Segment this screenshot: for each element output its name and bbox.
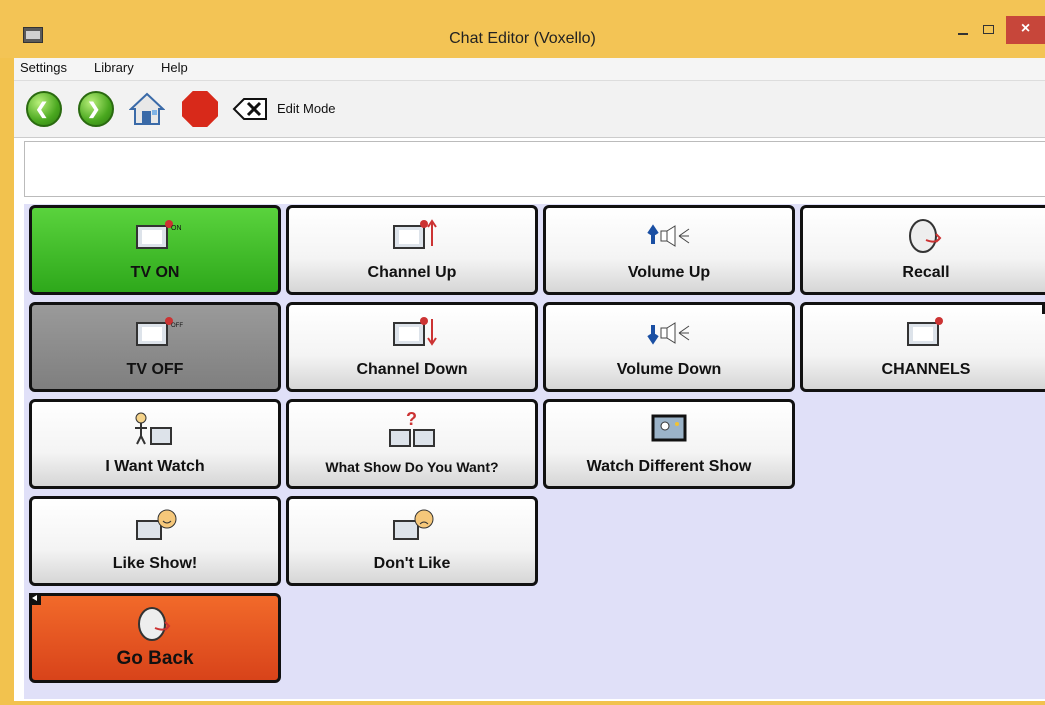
i-want-watch-button[interactable]: I Want Watch: [29, 399, 281, 489]
button-label: Recall: [902, 264, 950, 281]
volume-down-icon: [647, 322, 690, 345]
client-area: Settings Library Help ❮ ❯ Edit Mode ON T…: [14, 58, 1045, 701]
menu-bar: Settings Library Help: [14, 58, 1045, 81]
tv-on-icon: ON: [136, 220, 182, 249]
app-window: Chat Editor (Voxello) × Settings Library…: [0, 0, 1045, 705]
svg-text:?: ?: [406, 410, 417, 429]
button-label: Go Back: [116, 648, 194, 669]
recall-icon: [909, 219, 942, 253]
home-icon[interactable]: [129, 91, 165, 127]
go-back-icon: [138, 607, 171, 641]
channel-up-icon: [393, 219, 437, 249]
channels-button[interactable]: CHANNELS: [800, 302, 1045, 392]
button-label: Watch Different Show: [586, 458, 752, 475]
tv-on-button[interactable]: ON TV ON: [29, 205, 281, 295]
stop-icon[interactable]: [182, 91, 218, 127]
svg-text:ON: ON: [171, 225, 182, 232]
watch-different-show-button[interactable]: Watch Different Show: [543, 399, 795, 489]
button-label: Volume Up: [627, 264, 711, 281]
channels-icon: [907, 317, 943, 346]
channel-down-icon: [393, 317, 437, 346]
question-show-icon: ?: [389, 410, 435, 447]
different-show-icon: [651, 414, 687, 442]
window-title: Chat Editor (Voxello): [449, 30, 596, 47]
minimize-icon: [958, 33, 968, 35]
button-label: Channel Down: [356, 361, 468, 378]
close-button[interactable]: ×: [1006, 16, 1045, 44]
button-grid: ON TV ON Channel Up Volume Up Recall OFF…: [24, 204, 1045, 699]
dont-like-icon: [393, 509, 434, 540]
back-arrow-icon[interactable]: ❮: [26, 91, 62, 127]
menu-help[interactable]: Help: [161, 60, 188, 75]
maximize-icon: [983, 25, 994, 34]
maximize-button[interactable]: [976, 16, 1002, 44]
volume-down-button[interactable]: Volume Down: [543, 302, 795, 392]
svg-text:OFF: OFF: [171, 323, 183, 329]
toolbar: ❮ ❯ Edit Mode: [14, 81, 1045, 138]
title-bar: Chat Editor (Voxello) ×: [0, 0, 1045, 58]
recall-button[interactable]: Recall: [800, 205, 1045, 295]
button-label: I Want Watch: [105, 458, 205, 475]
dont-like-button[interactable]: Don't Like: [286, 496, 538, 586]
edit-mode-label: Edit Mode: [277, 101, 336, 116]
like-show-icon: [136, 509, 177, 540]
menu-settings[interactable]: Settings: [20, 60, 67, 75]
close-icon: ×: [1020, 20, 1031, 37]
button-label: Volume Down: [616, 361, 722, 378]
want-watch-icon: [135, 412, 172, 445]
button-label: Channel Up: [367, 264, 457, 281]
tv-off-icon: OFF: [136, 317, 183, 346]
volume-up-button[interactable]: Volume Up: [543, 205, 795, 295]
message-window[interactable]: [24, 141, 1045, 197]
what-show-button[interactable]: ? What Show Do You Want?: [286, 399, 538, 489]
forward-arrow-icon[interactable]: ❯: [78, 91, 114, 127]
channel-up-button[interactable]: Channel Up: [286, 205, 538, 295]
like-show-button[interactable]: Like Show!: [29, 496, 281, 586]
button-label: Like Show!: [112, 555, 198, 572]
minimize-button[interactable]: [950, 16, 976, 44]
button-label: What Show Do You Want?: [325, 459, 499, 475]
clear-icon[interactable]: [232, 91, 268, 127]
button-label: Don't Like: [373, 555, 451, 572]
go-back-button[interactable]: Go Back: [29, 593, 281, 683]
button-label: TV ON: [130, 264, 180, 281]
tv-off-button[interactable]: OFF TV OFF: [29, 302, 281, 392]
back-link-marker: [29, 593, 41, 605]
button-label: CHANNELS: [881, 361, 971, 378]
button-label: TV OFF: [126, 361, 184, 378]
channel-down-button[interactable]: Channel Down: [286, 302, 538, 392]
volume-up-icon: [647, 224, 690, 247]
menu-library[interactable]: Library: [94, 60, 134, 75]
